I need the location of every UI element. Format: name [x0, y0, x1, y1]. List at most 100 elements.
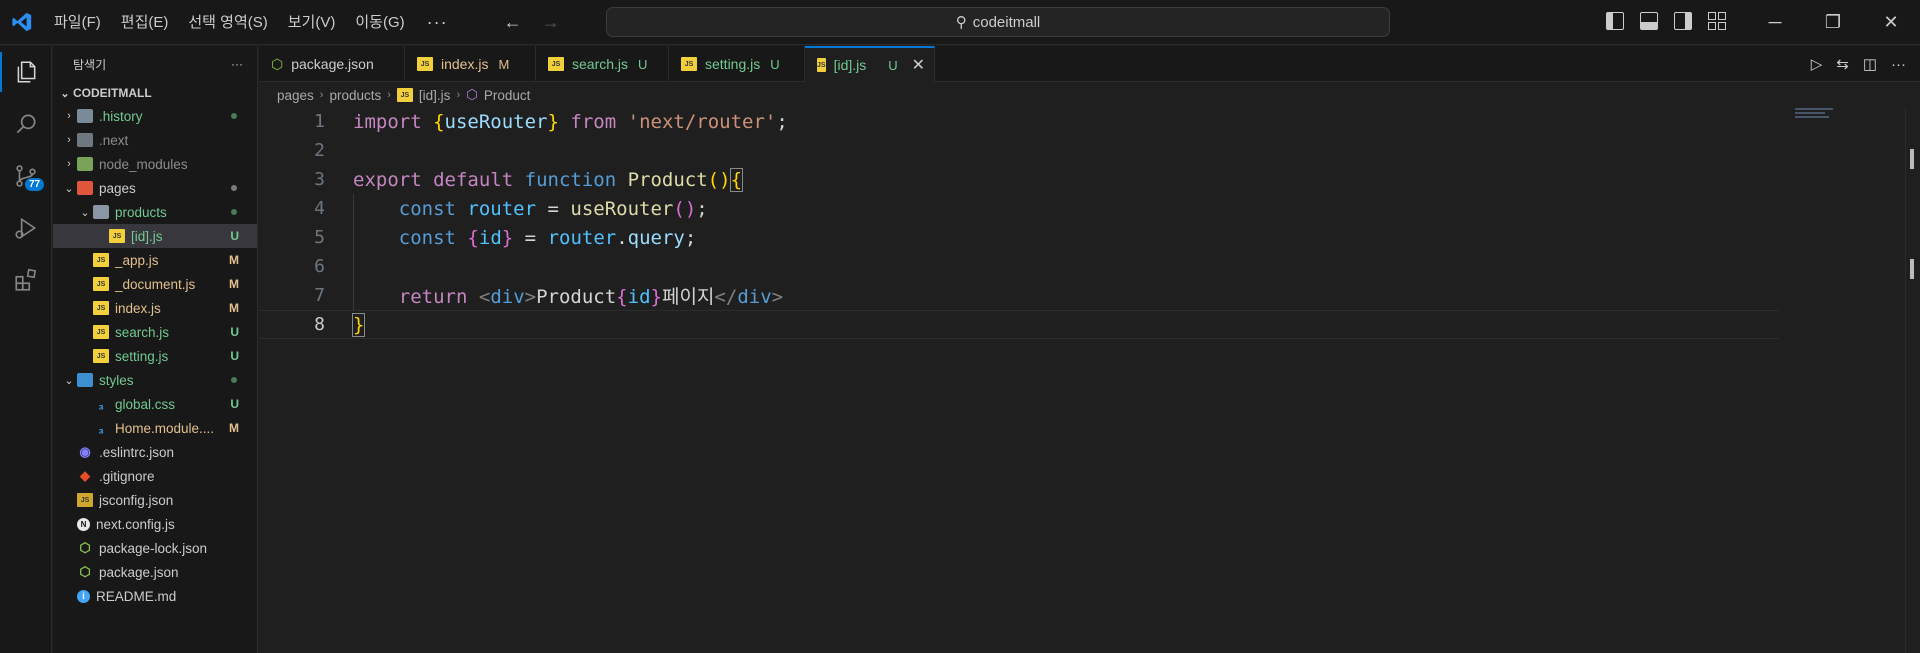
minimize-icon[interactable]: ─	[1746, 0, 1804, 45]
scm-badge: 77	[25, 178, 45, 191]
folder-icon	[77, 133, 93, 147]
eslint-file-icon: ◉	[79, 444, 91, 459]
js-file-icon: JS	[417, 57, 433, 71]
tree-item-app-js[interactable]: JS _app.js M	[53, 248, 257, 272]
tab-index-js[interactable]: JS index.js M	[405, 46, 536, 82]
tree-item-history[interactable]: › .history	[53, 104, 257, 128]
breadcrumb: pages › products › JS [id].js › ⬡ Produc…	[259, 83, 530, 107]
js-file-icon: JS	[396, 88, 413, 102]
code-line: 5 const {id} = router.query;	[314, 226, 697, 249]
css-file-icon: ₃	[97, 420, 104, 436]
tab-id-js[interactable]: JS [id].js U ✕	[805, 46, 935, 82]
js-file-icon: JS	[548, 57, 564, 71]
command-center-search[interactable]: ⚲ codeitmall	[606, 7, 1390, 37]
close-window-icon[interactable]: ✕	[1862, 0, 1920, 45]
split-editor-icon[interactable]: ◫	[1863, 55, 1877, 73]
chevron-down-icon: ⌄	[60, 87, 70, 100]
minimap[interactable]	[1795, 108, 1835, 120]
menu-view[interactable]: 보기(V)	[278, 0, 346, 45]
node-folder-icon	[77, 157, 93, 171]
vscode-logo-icon	[0, 0, 44, 45]
breadcrumb-pages[interactable]: pages	[277, 88, 314, 103]
explorer-more-icon[interactable]: ···	[231, 57, 243, 71]
indent-guide	[353, 194, 354, 310]
search-text: codeitmall	[972, 13, 1041, 31]
tree-item-search-js[interactable]: JS search.js U	[53, 320, 257, 344]
tree-item-pages[interactable]: ⌄ pages	[53, 176, 257, 200]
tree-item-home-module-css[interactable]: ₃ Home.module.... M	[53, 416, 257, 440]
node-file-icon: ⬡	[79, 564, 91, 579]
forward-arrow-icon[interactable]: →	[542, 12, 560, 33]
explorer-icon[interactable]	[0, 46, 52, 98]
menu-more-icon[interactable]: ···	[415, 12, 460, 33]
chevron-down-icon: ⌄	[64, 374, 74, 387]
js-file-icon: JS	[109, 229, 125, 243]
toggle-secondary-sidebar-icon[interactable]	[1674, 12, 1692, 30]
node-file-icon: ⬡	[271, 55, 284, 72]
tree-item-eslintrc[interactable]: ◉ .eslintrc.json	[53, 440, 257, 464]
chevron-right-icon: ›	[67, 134, 71, 146]
tree-item-global-css[interactable]: ₃ global.css U	[53, 392, 257, 416]
code-line-current: 8 }	[259, 310, 1779, 339]
activity-bar: 77	[0, 46, 52, 653]
tree-item-id-js[interactable]: JS [id].js U	[53, 224, 257, 248]
js-file-icon: JS	[681, 57, 697, 71]
run-debug-icon[interactable]	[0, 202, 52, 254]
tree-item-document-js[interactable]: JS _document.js M	[53, 272, 257, 296]
search-icon: ⚲	[955, 14, 967, 31]
breadcrumb-products[interactable]: products	[329, 88, 381, 103]
project-section-header[interactable]: ⌄ CODEITMALL	[53, 82, 257, 104]
scroll-marker	[1910, 259, 1914, 279]
tree-item-package-json[interactable]: ⬡ package.json	[53, 560, 257, 584]
scroll-marker	[1910, 149, 1914, 169]
breadcrumb-file[interactable]: [id].js	[419, 88, 451, 103]
git-file-icon: ◆	[80, 468, 90, 483]
vertical-scrollbar[interactable]	[1905, 107, 1919, 653]
js-file-icon: JS	[93, 349, 109, 363]
tree-item-next-config[interactable]: N next.config.js	[53, 512, 257, 536]
back-arrow-icon[interactable]: ←	[504, 12, 522, 33]
chevron-right-icon: ›	[456, 89, 461, 101]
tab-setting-js[interactable]: JS setting.js U	[669, 46, 805, 82]
js-file-icon: JS	[93, 277, 109, 291]
tree-item-products[interactable]: ⌄ products	[53, 200, 257, 224]
tab-package-json[interactable]: ⬡ package.json	[259, 46, 405, 82]
code-line: 1 import {useRouter} from 'next/router';	[314, 110, 788, 133]
menu-file[interactable]: 파일(F)	[44, 0, 111, 45]
breadcrumb-symbol[interactable]: Product	[484, 88, 531, 103]
code-line: 7 return <div>Product{id}페이지</div>	[314, 285, 784, 308]
toggle-primary-sidebar-icon[interactable]	[1606, 12, 1624, 30]
close-tab-icon[interactable]: ✕	[912, 55, 925, 75]
compare-changes-icon[interactable]: ⇆	[1836, 55, 1849, 73]
tree-item-package-lock[interactable]: ⬡ package-lock.json	[53, 536, 257, 560]
code-line: 2	[314, 140, 325, 161]
menu-bar: 파일(F) 편집(E) 선택 영역(S) 보기(V) 이동(G) ···	[44, 0, 460, 45]
tree-item-styles[interactable]: ⌄ styles	[53, 368, 257, 392]
code-editor[interactable]: 1 import {useRouter} from 'next/router';…	[259, 107, 1920, 653]
code-line: 3 export default function Product(){	[314, 167, 744, 192]
tree-item-readme[interactable]: i README.md	[53, 584, 257, 608]
menu-selection[interactable]: 선택 영역(S)	[178, 0, 277, 45]
tree-item-node-modules[interactable]: › node_modules	[53, 152, 257, 176]
toggle-panel-icon[interactable]	[1640, 12, 1658, 30]
search-view-icon[interactable]	[0, 98, 52, 150]
folder-open-icon	[93, 205, 109, 219]
tree-item-next[interactable]: › .next	[53, 128, 257, 152]
menu-go[interactable]: 이동(G)	[345, 0, 414, 45]
extensions-icon[interactable]	[0, 254, 52, 306]
customize-layout-icon[interactable]	[1708, 12, 1726, 30]
more-actions-icon[interactable]: ···	[1891, 56, 1906, 73]
status-dot	[231, 377, 237, 383]
tree-item-setting-js[interactable]: JS setting.js U	[53, 344, 257, 368]
js-file-icon: JS	[93, 325, 109, 339]
tab-search-js[interactable]: JS search.js U	[536, 46, 669, 82]
js-file-icon: JS	[93, 301, 109, 315]
run-file-icon[interactable]: ▷	[1811, 55, 1823, 73]
tree-item-gitignore[interactable]: ◆ .gitignore	[53, 464, 257, 488]
tree-item-index-js[interactable]: JS index.js M	[53, 296, 257, 320]
restore-icon[interactable]: ❐	[1804, 0, 1862, 45]
tree-item-jsconfig[interactable]: JS jsconfig.json	[53, 488, 257, 512]
source-control-icon[interactable]: 77	[0, 150, 52, 202]
menu-edit[interactable]: 편집(E)	[111, 0, 179, 45]
chevron-right-icon: ›	[387, 89, 391, 101]
